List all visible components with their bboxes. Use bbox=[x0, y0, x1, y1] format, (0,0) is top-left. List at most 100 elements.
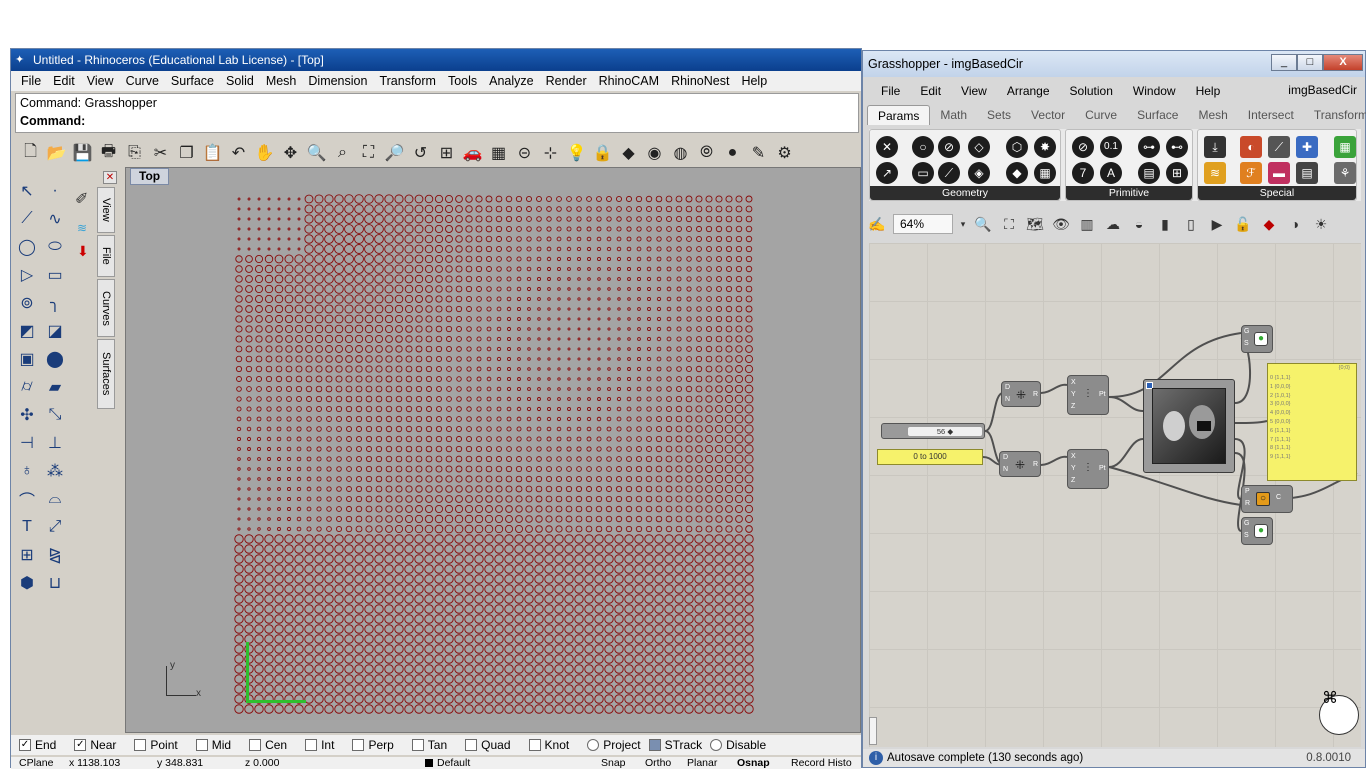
menu-surface[interactable]: Surface bbox=[165, 74, 220, 88]
zoom-extents-icon[interactable]: ⛶ bbox=[357, 142, 380, 165]
status-planar[interactable]: Planar bbox=[687, 757, 717, 769]
slider-track[interactable]: 56 ◆ bbox=[908, 427, 982, 436]
copy-icon[interactable]: ❐ bbox=[175, 142, 198, 165]
path-param-icon[interactable]: ⊞ bbox=[1166, 162, 1188, 184]
pencil-icon[interactable]: ✎ bbox=[747, 142, 770, 165]
lock-icon[interactable]: 🔒 bbox=[591, 142, 614, 165]
boolean-icon[interactable]: ♁ bbox=[15, 459, 39, 483]
color-swatch-icon[interactable]: ▬ bbox=[1268, 162, 1290, 184]
gh-menu-window[interactable]: Window bbox=[1133, 84, 1176, 98]
domain-panel[interactable]: 0 to 1000 bbox=[877, 449, 983, 465]
zoom-icon[interactable]: 🔍 bbox=[305, 142, 328, 165]
boolean-param-icon[interactable]: ⊘ bbox=[1072, 136, 1094, 158]
close-button[interactable]: X bbox=[1323, 54, 1363, 71]
brep-param-icon[interactable]: ◈ bbox=[968, 162, 990, 184]
lock-solver-icon[interactable]: 🔓 bbox=[1233, 214, 1253, 234]
align-icon[interactable]: ⊥ bbox=[43, 431, 67, 455]
menu-solid[interactable]: Solid bbox=[220, 74, 260, 88]
gh-menu-solution[interactable]: Solution bbox=[1070, 84, 1113, 98]
cplane-icon[interactable]: ⊝ bbox=[513, 142, 536, 165]
line-param-icon[interactable]: ⟋ bbox=[938, 162, 960, 184]
bake-icon[interactable]: ☀ bbox=[1311, 214, 1331, 234]
surface-param-icon[interactable]: ◇ bbox=[968, 136, 990, 158]
gh-document-name[interactable]: imgBasedCir bbox=[1288, 83, 1357, 97]
sweep-icon[interactable]: ≋ bbox=[77, 221, 87, 235]
matrix-param-icon[interactable]: ▤ bbox=[1138, 162, 1160, 184]
new-file-icon[interactable]: 🗋 bbox=[19, 142, 42, 165]
status-cplane[interactable]: CPlane bbox=[19, 757, 53, 769]
select-arrow-icon[interactable]: ↖ bbox=[15, 179, 39, 203]
mesh-icon[interactable]: ▰ bbox=[43, 375, 67, 399]
image-sampler-icon[interactable]: ▦ bbox=[1334, 136, 1356, 158]
top-viewport[interactable]: Top y x bbox=[125, 167, 861, 733]
zoom-window-icon[interactable]: ⌕ bbox=[331, 142, 354, 165]
tab-math[interactable]: Math bbox=[930, 105, 977, 125]
status-layer[interactable]: Default bbox=[437, 757, 470, 769]
osnap-near-checkbox[interactable]: ✓ bbox=[74, 739, 87, 751]
shaded-preview-icon[interactable]: ◑ bbox=[1285, 214, 1305, 234]
tab-sets[interactable]: Sets bbox=[977, 105, 1021, 125]
sketch-pencil-icon[interactable]: ✐ bbox=[75, 189, 88, 209]
menu-help[interactable]: Help bbox=[735, 74, 773, 88]
string-param-icon[interactable]: A bbox=[1100, 162, 1122, 184]
osnap-quad[interactable]: Quad bbox=[465, 738, 511, 752]
rectangle-icon[interactable]: ▭ bbox=[43, 263, 67, 287]
gh-menu-arrange[interactable]: Arrange bbox=[1007, 84, 1050, 98]
gh-menu-view[interactable]: View bbox=[961, 84, 987, 98]
cut-icon[interactable]: ✂ bbox=[149, 142, 172, 165]
select-points-icon[interactable]: ⊹ bbox=[539, 142, 562, 165]
polygon-icon[interactable]: ▷ bbox=[15, 263, 39, 287]
osnap-int[interactable]: Int bbox=[305, 738, 334, 752]
open-folder-icon[interactable]: 📂 bbox=[45, 142, 68, 165]
rotate-view-icon[interactable]: ✥ bbox=[279, 142, 302, 165]
polyline-icon[interactable]: ⟋ bbox=[15, 207, 39, 231]
interval-param-icon[interactable]: ⊷ bbox=[1166, 136, 1188, 158]
osnap-strack-toggle[interactable] bbox=[648, 739, 661, 751]
preview-mode-icon[interactable]: ◆ bbox=[1259, 214, 1279, 234]
ribbon-label-primitive[interactable]: Primitive bbox=[1066, 186, 1192, 200]
plane-param-icon[interactable]: ▭ bbox=[912, 162, 934, 184]
color-preview-2[interactable]: G S ● bbox=[1241, 517, 1273, 545]
panel-icon[interactable]: ▤ bbox=[1296, 162, 1318, 184]
graph-mapper-icon[interactable]: ⟋ bbox=[1268, 136, 1290, 158]
osnap-perp[interactable]: Perp bbox=[352, 738, 394, 752]
construct-point-2[interactable]: X Y Z ⋮ Pt bbox=[1067, 449, 1109, 489]
color-wheel-icon[interactable]: ◉ bbox=[643, 142, 666, 165]
menu-mesh[interactable]: Mesh bbox=[260, 74, 303, 88]
construct-point-1[interactable]: X Y Z ⋮ Pt bbox=[1067, 375, 1109, 415]
tab-transform[interactable]: Transform bbox=[1304, 105, 1366, 125]
sketch-icon[interactable]: ✍ bbox=[867, 214, 887, 234]
osnap-mid[interactable]: Mid bbox=[195, 738, 231, 752]
block-icon[interactable]: ⬢ bbox=[15, 571, 39, 595]
render-sphere-icon[interactable]: ● bbox=[721, 142, 744, 165]
status-osnap[interactable]: Osnap bbox=[737, 757, 770, 769]
four-viewports-icon[interactable]: ⊞ bbox=[435, 142, 458, 165]
grid-icon[interactable]: ▦ bbox=[487, 142, 510, 165]
circle-param-icon[interactable]: ○ bbox=[912, 136, 934, 158]
value-list-icon[interactable]: ≋ bbox=[1204, 162, 1226, 184]
tab-intersect[interactable]: Intersect bbox=[1238, 105, 1304, 125]
fillet-icon[interactable]: ╮ bbox=[43, 291, 67, 315]
menu-file[interactable]: File bbox=[15, 74, 47, 88]
data-input-icon[interactable]: ⤓ bbox=[1204, 136, 1226, 158]
wire-display-icon[interactable]: ▮ bbox=[1155, 214, 1175, 234]
osnap-disable-toggle[interactable] bbox=[710, 739, 723, 751]
osnap-disable[interactable]: Disable bbox=[710, 738, 766, 752]
tab-mesh[interactable]: Mesh bbox=[1188, 105, 1237, 125]
geometry-param-icon[interactable]: ✕ bbox=[876, 136, 898, 158]
gh-menu-file[interactable]: File bbox=[881, 84, 900, 98]
tab-params[interactable]: Params bbox=[867, 105, 931, 125]
car-icon[interactable]: 🚗 bbox=[461, 142, 484, 165]
osnap-knot-checkbox[interactable] bbox=[528, 739, 541, 751]
osnap-tan[interactable]: Tan bbox=[411, 738, 447, 752]
tab-curve[interactable]: Curve bbox=[1075, 105, 1127, 125]
maximize-button[interactable]: □ bbox=[1297, 54, 1323, 71]
tab-surface[interactable]: Surface bbox=[1127, 105, 1188, 125]
osnap-project[interactable]: Project bbox=[587, 738, 641, 752]
layout-icon[interactable]: ⊔ bbox=[43, 571, 67, 595]
import-icon[interactable]: ⎘ bbox=[123, 142, 146, 165]
undo-icon[interactable]: ↶ bbox=[227, 142, 250, 165]
dimension-icon[interactable]: ⤢ bbox=[43, 515, 67, 539]
osnap-point[interactable]: Point bbox=[134, 738, 178, 752]
image-sampler[interactable] bbox=[1143, 379, 1235, 473]
